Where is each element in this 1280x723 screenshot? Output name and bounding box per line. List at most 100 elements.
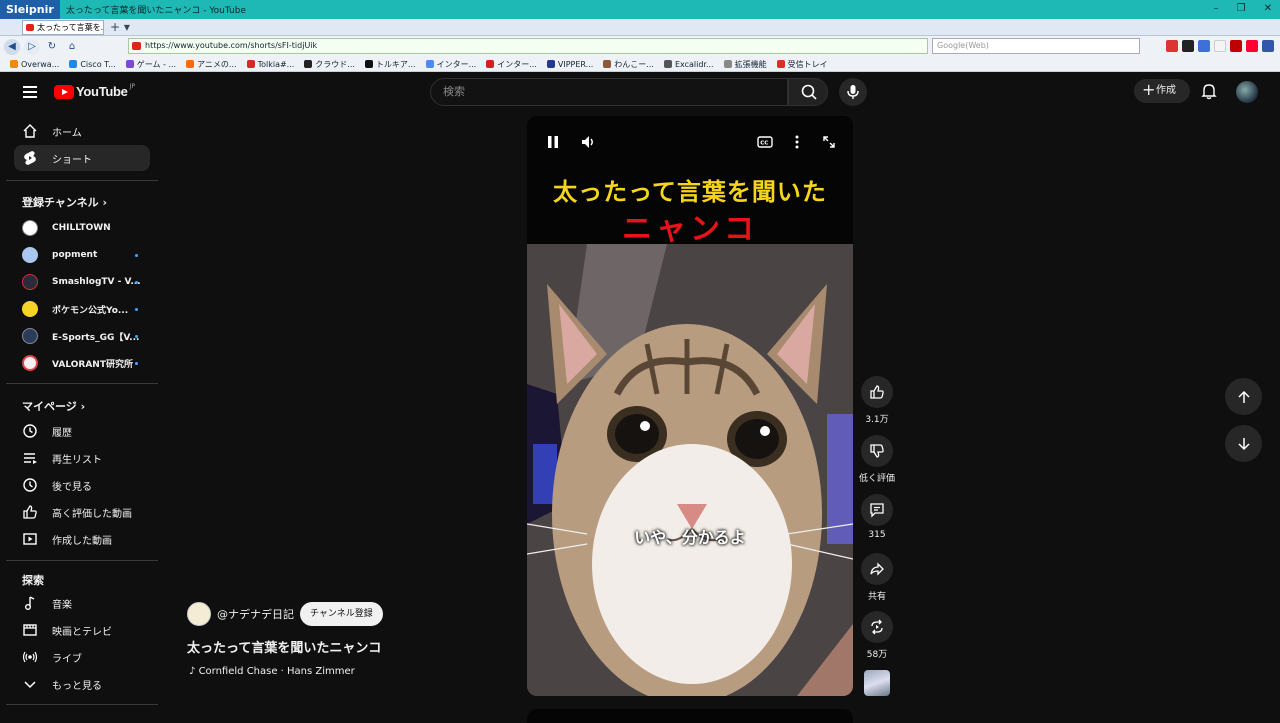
bookmark-item[interactable]: VIPPER... bbox=[546, 60, 593, 69]
previous-short-button[interactable] bbox=[1225, 378, 1262, 415]
sidebar-channel[interactable]: ポケモン公式Yo... bbox=[14, 296, 150, 322]
yahoo-icon[interactable] bbox=[1246, 40, 1258, 52]
comments-action[interactable]: 315 bbox=[861, 494, 893, 540]
bookmark-item[interactable]: ゲーム - ... bbox=[125, 59, 176, 70]
comments-button[interactable] bbox=[861, 494, 893, 526]
voice-search-button[interactable] bbox=[839, 78, 867, 106]
sidebar-item-label: ショート bbox=[52, 154, 92, 166]
sidebar-item-home[interactable]: ホーム bbox=[14, 118, 150, 144]
sidebar-item-watch-later[interactable]: 後で見る bbox=[14, 472, 150, 498]
sidebar-item-movies[interactable]: 映画とテレビ bbox=[14, 617, 150, 643]
more-options-icon[interactable] bbox=[787, 134, 807, 150]
thumbs-down-icon bbox=[870, 444, 884, 458]
bookmark-item[interactable]: アニメの... bbox=[186, 59, 237, 70]
remix-button[interactable] bbox=[861, 611, 893, 643]
sidebar-channel[interactable]: E-Sports_GG【V... bbox=[14, 323, 150, 349]
next-short-preview bbox=[527, 709, 853, 723]
remix-count: 58万 bbox=[866, 650, 888, 660]
web-search-input[interactable]: Google(Web) bbox=[932, 38, 1140, 54]
bookmark-item[interactable]: 受信トレイ bbox=[776, 59, 828, 70]
sidebar-item-label: ライブ bbox=[52, 653, 82, 665]
site-favicon-icon bbox=[132, 42, 141, 50]
sidebar-channel[interactable]: VALORANT研究所 bbox=[14, 350, 150, 376]
minimize-icon[interactable]: – bbox=[1214, 3, 1219, 14]
bookmark-item[interactable]: Cisco T... bbox=[69, 60, 116, 69]
bookmark-item[interactable]: わんこー... bbox=[603, 59, 654, 70]
sidebar-channel[interactable]: SmashlogTV - V... bbox=[14, 269, 150, 295]
back-icon[interactable]: ◀ bbox=[4, 38, 20, 55]
bookmark-item[interactable]: Excalidr... bbox=[663, 60, 714, 69]
divider bbox=[6, 560, 158, 561]
search-input[interactable]: 検索 bbox=[430, 78, 788, 106]
remix-action[interactable]: 58万 bbox=[861, 611, 893, 660]
youtube-logo[interactable]: YouTube JP bbox=[54, 83, 135, 99]
extension-icon[interactable] bbox=[1262, 40, 1274, 52]
app-name[interactable]: Sleipnir bbox=[0, 0, 60, 19]
extension-icon[interactable] bbox=[1198, 40, 1210, 52]
fullscreen-icon[interactable] bbox=[819, 134, 839, 150]
sidebar-item-label: 後で見る bbox=[52, 481, 92, 493]
sidebar-channel[interactable]: popment bbox=[14, 242, 150, 268]
subscriptions-heading[interactable]: 登録チャンネル › bbox=[22, 194, 107, 210]
amazon-icon[interactable] bbox=[1214, 40, 1226, 52]
channel-avatar bbox=[22, 274, 38, 290]
home-browser-icon[interactable]: ⌂ bbox=[64, 39, 80, 55]
live-icon bbox=[22, 649, 38, 665]
sidebar-item-history[interactable]: 履歴 bbox=[14, 418, 150, 444]
subscribe-button[interactable]: チャンネル登録 bbox=[300, 602, 383, 626]
sidebar-item-show-more[interactable]: もっと見る bbox=[14, 671, 150, 697]
sidebar-item-your-videos[interactable]: 作成した動画 bbox=[14, 526, 150, 552]
bookmark-item[interactable]: トルキア... bbox=[364, 59, 416, 70]
sidebar-channel[interactable]: CHILLTOWN bbox=[14, 215, 150, 241]
bookmark-item[interactable]: Overwa... bbox=[10, 60, 59, 69]
channel-handle[interactable]: @ナデナデ日記 bbox=[217, 606, 294, 622]
rakuten-icon[interactable] bbox=[1230, 40, 1242, 52]
menu-icon[interactable] bbox=[23, 86, 37, 98]
sidebar-item-playlists[interactable]: 再生リスト bbox=[14, 445, 150, 471]
channel-avatar bbox=[22, 301, 38, 317]
create-button[interactable]: 作成 bbox=[1134, 79, 1190, 103]
close-icon[interactable]: ✕ bbox=[1264, 3, 1272, 14]
sidebar-item-liked-videos[interactable]: 高く評価した動画 bbox=[14, 499, 150, 525]
bookmark-item[interactable]: クラウド... bbox=[304, 59, 355, 70]
share-action[interactable]: 共有 bbox=[861, 553, 893, 602]
browser-window: Sleipnir 太ったって言葉を聞いたニャンコ - YouTube – ❐ ✕… bbox=[0, 0, 1280, 723]
like-action[interactable]: 3.1万 bbox=[861, 376, 893, 425]
bookmark-item[interactable]: インター... bbox=[486, 59, 537, 70]
volume-icon[interactable] bbox=[579, 134, 599, 150]
address-bar[interactable]: https://www.youtube.com/shorts/sFI-tidjU… bbox=[128, 38, 928, 54]
captions-icon[interactable]: CC bbox=[755, 134, 775, 150]
reload-icon[interactable]: ↻ bbox=[44, 39, 60, 55]
notifications-icon[interactable] bbox=[1200, 82, 1218, 100]
share-label: 共有 bbox=[867, 592, 886, 602]
new-content-dot bbox=[135, 334, 138, 338]
sidebar-item-live[interactable]: ライブ bbox=[14, 644, 150, 670]
bookmark-item[interactable]: 拡張機能 bbox=[723, 59, 767, 70]
tab-youtube[interactable]: 太ったって言葉を... bbox=[22, 19, 104, 35]
shorts-player[interactable]: 太ったって言葉を聞いた ニャンコ いや、分かるよ CC bbox=[527, 116, 853, 696]
you-heading[interactable]: マイページ › bbox=[22, 398, 85, 414]
account-avatar[interactable] bbox=[1236, 81, 1258, 103]
shorts-icon bbox=[22, 150, 38, 166]
video-caption-line1: 太ったって言葉を聞いた bbox=[553, 178, 827, 206]
pause-icon[interactable] bbox=[543, 134, 563, 150]
extension-icon[interactable] bbox=[1166, 40, 1178, 52]
search-button[interactable] bbox=[788, 78, 828, 106]
restore-icon[interactable]: ❐ bbox=[1237, 3, 1246, 14]
sound-thumbnail[interactable] bbox=[864, 670, 890, 696]
bookmark-item[interactable]: Tolkia#... bbox=[246, 60, 294, 69]
channel-avatar[interactable] bbox=[187, 602, 211, 626]
music-link[interactable]: ♪ Cornfield Chase · Hans Zimmer bbox=[189, 666, 355, 677]
dislike-button[interactable] bbox=[861, 435, 893, 467]
like-button[interactable] bbox=[861, 376, 893, 408]
sidebar-item-shorts[interactable]: ショート bbox=[14, 145, 150, 171]
sidebar-item-music[interactable]: 音楽 bbox=[14, 590, 150, 616]
share-button[interactable] bbox=[861, 553, 893, 585]
dislike-action[interactable]: 低く評価 bbox=[857, 435, 897, 484]
x-icon[interactable] bbox=[1182, 40, 1194, 52]
video-caption-line2: ニャンコ bbox=[622, 212, 758, 247]
new-tab-icon[interactable]: + ▾ bbox=[110, 20, 130, 34]
forward-icon[interactable]: ▷ bbox=[24, 38, 40, 55]
bookmark-item[interactable]: インター... bbox=[425, 59, 476, 70]
next-short-button[interactable] bbox=[1225, 425, 1262, 462]
